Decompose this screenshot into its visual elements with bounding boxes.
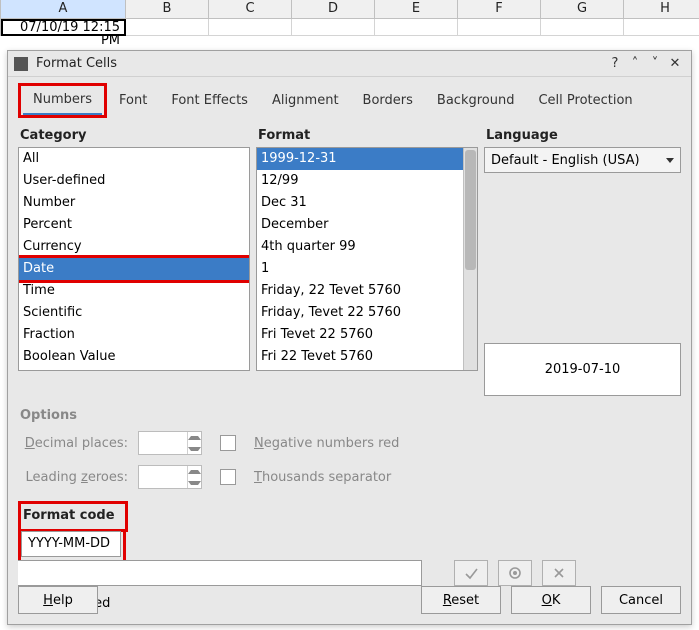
category-item-percent[interactable]: Percent bbox=[19, 214, 249, 236]
spreadsheet-fragment: A B C D E F G H 07/10/19 12:15 PM bbox=[0, 0, 699, 50]
format-item-1[interactable]: 12/99 bbox=[257, 170, 463, 192]
col-header-h[interactable]: H bbox=[624, 0, 699, 19]
edit-comment-button[interactable] bbox=[498, 560, 532, 586]
row-1: 07/10/19 12:15 PM bbox=[0, 19, 699, 36]
format-item-2[interactable]: Dec 31 bbox=[257, 192, 463, 214]
format-item-8[interactable]: Fri Tevet 22 5760 bbox=[257, 324, 463, 346]
language-value: Default - English (USA) bbox=[491, 153, 666, 168]
apply-code-button[interactable] bbox=[454, 560, 488, 586]
category-item-boolean[interactable]: Boolean Value bbox=[19, 346, 249, 368]
thousands-sep-label: Thousands separator bbox=[254, 470, 681, 485]
format-code-input[interactable]: YYYY-MM-DD bbox=[21, 531, 121, 557]
format-code-label: Format code bbox=[21, 506, 123, 523]
rollup-icon[interactable]: ˄ bbox=[625, 56, 645, 71]
column-headers: A B C D E F G H bbox=[0, 0, 699, 19]
dialog-button-bar: Help Reset OK Cancel bbox=[18, 586, 681, 614]
tab-alignment[interactable]: Alignment bbox=[260, 85, 351, 118]
format-item-7[interactable]: Friday, Tevet 22 5760 bbox=[257, 302, 463, 324]
tab-background[interactable]: Background bbox=[425, 85, 527, 118]
col-header-b[interactable]: B bbox=[126, 0, 209, 19]
format-listbox[interactable]: 1999-12-31 12/99 Dec 31 December 4th qua… bbox=[256, 147, 478, 371]
category-label: Category bbox=[18, 128, 250, 143]
cell-b1[interactable] bbox=[126, 19, 209, 36]
tab-borders[interactable]: Borders bbox=[351, 85, 425, 118]
col-header-a[interactable]: A bbox=[1, 0, 126, 19]
col-header-d[interactable]: D bbox=[292, 0, 375, 19]
tab-numbers[interactable]: Numbers bbox=[21, 86, 104, 115]
col-header-e[interactable]: E bbox=[375, 0, 458, 19]
negative-red-label: Negative numbers red bbox=[254, 436, 681, 451]
negative-red-checkbox[interactable] bbox=[220, 435, 236, 451]
format-label: Format bbox=[256, 128, 478, 143]
dialog-title: Format Cells bbox=[36, 56, 605, 71]
decimal-places-spinner[interactable] bbox=[138, 431, 202, 455]
cell-a1[interactable]: 07/10/19 12:15 PM bbox=[1, 19, 126, 36]
reset-button[interactable]: Reset bbox=[421, 586, 501, 614]
rolldown-icon[interactable]: ˅ bbox=[645, 56, 665, 71]
format-item-6[interactable]: Friday, 22 Tevet 5760 bbox=[257, 280, 463, 302]
remove-code-button[interactable] bbox=[542, 560, 576, 586]
cancel-button[interactable]: Cancel bbox=[601, 586, 681, 614]
category-item-number[interactable]: Number bbox=[19, 192, 249, 214]
category-item-fraction[interactable]: Fraction bbox=[19, 324, 249, 346]
col-header-g[interactable]: G bbox=[541, 0, 624, 19]
preview-value: 2019-07-10 bbox=[545, 362, 621, 377]
format-item-10[interactable]: 22 Tevet 5760 bbox=[257, 368, 463, 370]
cell-e1[interactable] bbox=[375, 19, 458, 36]
ok-button[interactable]: OK bbox=[511, 586, 591, 614]
format-item-3[interactable]: December bbox=[257, 214, 463, 236]
format-scrollbar[interactable] bbox=[463, 148, 477, 370]
options-label: Options bbox=[18, 408, 681, 423]
cell-c1[interactable] bbox=[209, 19, 292, 36]
thousands-sep-checkbox[interactable] bbox=[220, 469, 236, 485]
tab-font-effects[interactable]: Font Effects bbox=[159, 85, 260, 118]
language-label: Language bbox=[484, 128, 681, 143]
format-item-9[interactable]: Fri 22 Tevet 5760 bbox=[257, 346, 463, 368]
format-cells-dialog: Format Cells ? ˄ ˅ ✕ Numbers Font Font E… bbox=[7, 50, 692, 625]
category-item-all[interactable]: All bbox=[19, 148, 249, 170]
format-item-4[interactable]: 4th quarter 99 bbox=[257, 236, 463, 258]
category-item-scientific[interactable]: Scientific bbox=[19, 302, 249, 324]
cell-h1[interactable] bbox=[624, 19, 699, 36]
category-item-text[interactable]: Text bbox=[19, 368, 249, 370]
dialog-titlebar[interactable]: Format Cells ? ˄ ˅ ✕ bbox=[8, 51, 691, 77]
highlight-format-code-label: Format code bbox=[18, 501, 128, 532]
tabstrip: Numbers Font Font Effects Alignment Bord… bbox=[18, 85, 681, 118]
highlight-category-date: Date bbox=[19, 255, 249, 283]
options-section: Options Decimal places: Negative numbers… bbox=[18, 408, 681, 489]
cell-f1[interactable] bbox=[458, 19, 541, 36]
decimal-places-label: Decimal places: bbox=[18, 436, 128, 451]
chevron-down-icon bbox=[666, 158, 674, 163]
tab-font[interactable]: Font bbox=[107, 85, 159, 118]
app-icon bbox=[14, 57, 28, 71]
leading-zeroes-label: Leading zeroes: bbox=[18, 470, 128, 485]
format-code-input-ext[interactable] bbox=[18, 560, 422, 586]
format-item-0[interactable]: 1999-12-31 bbox=[257, 148, 463, 170]
format-preview: 2019-07-10 bbox=[484, 343, 681, 396]
col-header-c[interactable]: C bbox=[209, 0, 292, 19]
format-item-5[interactable]: 1 bbox=[257, 258, 463, 280]
category-listbox[interactable]: All User-defined Number Percent Currency… bbox=[18, 147, 250, 371]
language-select[interactable]: Default - English (USA) bbox=[484, 147, 681, 173]
category-item-time[interactable]: Time bbox=[19, 280, 249, 302]
tab-cell-protection[interactable]: Cell Protection bbox=[526, 85, 644, 118]
category-item-date[interactable]: Date bbox=[19, 258, 249, 280]
help-icon[interactable]: ? bbox=[605, 56, 625, 71]
highlight-numbers-tab: Numbers bbox=[18, 83, 107, 118]
col-header-f[interactable]: F bbox=[458, 0, 541, 19]
cell-g1[interactable] bbox=[541, 19, 624, 36]
leading-zeroes-spinner[interactable] bbox=[138, 465, 202, 489]
category-item-userdef[interactable]: User-defined bbox=[19, 170, 249, 192]
help-button[interactable]: Help bbox=[18, 586, 98, 614]
close-icon[interactable]: ✕ bbox=[665, 56, 685, 71]
cell-d1[interactable] bbox=[292, 19, 375, 36]
